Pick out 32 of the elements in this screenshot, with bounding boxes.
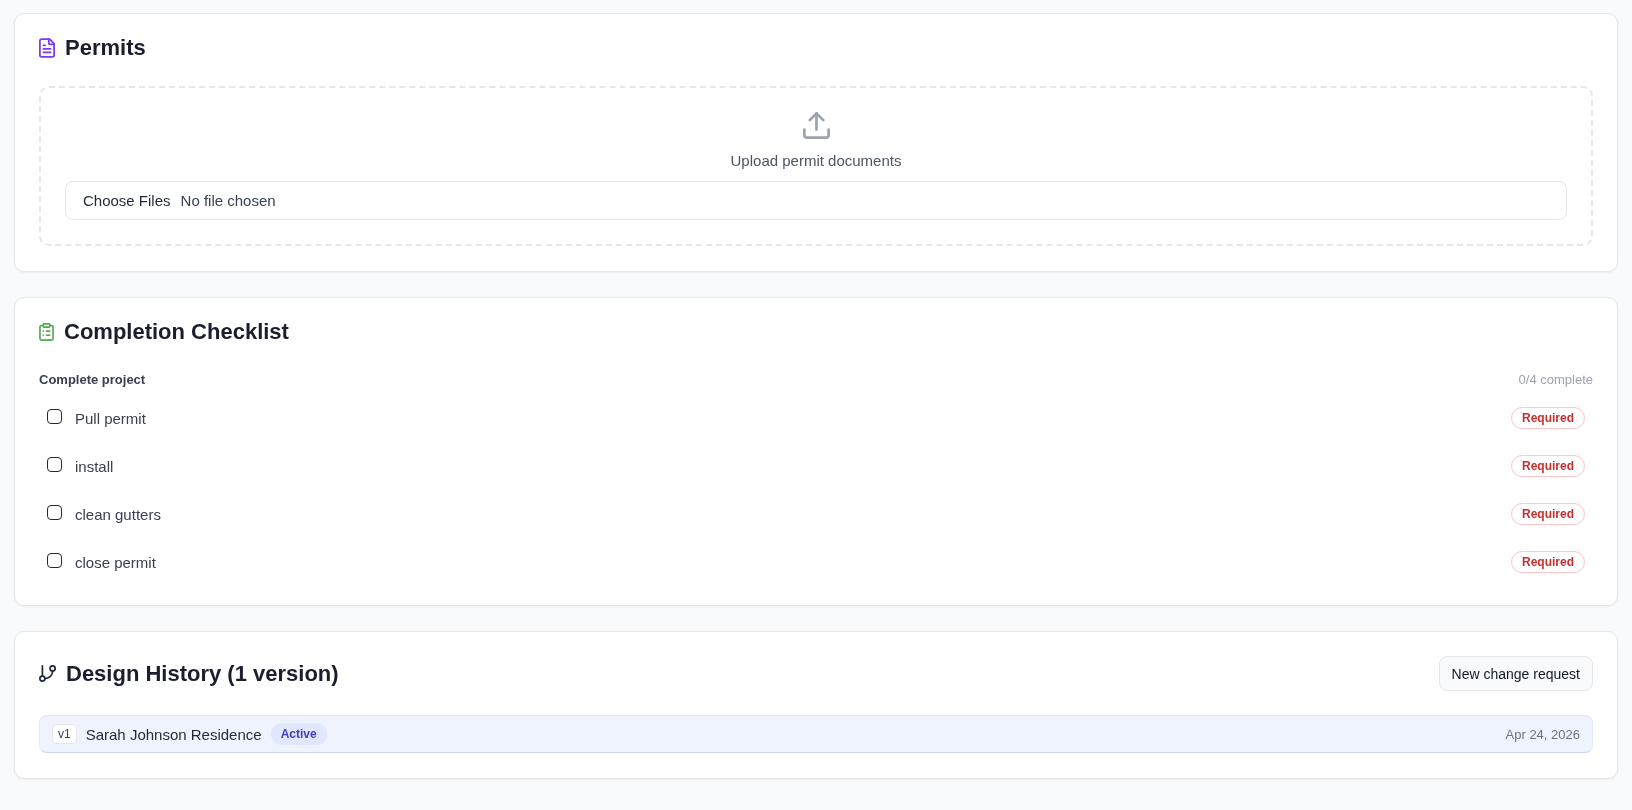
file-input[interactable]: Choose Files No file chosen	[65, 181, 1567, 220]
required-badge: Required	[1511, 407, 1585, 429]
document-icon	[39, 38, 55, 58]
section-title: Design History (1 version)	[66, 659, 339, 688]
upload-label: Upload permit documents	[730, 151, 902, 171]
choose-files-button[interactable]: Choose Files	[83, 192, 171, 209]
branch-icon	[39, 665, 56, 682]
version-tag: v1	[52, 724, 77, 744]
file-status-text: No file chosen	[180, 192, 276, 209]
item-label: close permit	[75, 553, 156, 571]
status-badge: Active	[270, 723, 327, 745]
progress-text: 0/4 complete	[1518, 371, 1593, 387]
section-title: Permits	[65, 34, 146, 62]
checkbox[interactable]	[47, 504, 62, 520]
item-label: install	[75, 457, 114, 475]
required-badge: Required	[1511, 503, 1585, 525]
checkbox[interactable]	[47, 552, 62, 568]
group-title: Complete project	[39, 371, 146, 387]
checkbox[interactable]	[47, 456, 62, 472]
section-title: Completion Checklist	[64, 318, 289, 346]
upload-icon	[802, 112, 830, 139]
required-badge: Required	[1511, 455, 1585, 477]
upload-dropzone[interactable]: Upload permit documents Choose Files No file chosen	[39, 86, 1593, 246]
version-row[interactable]: v1 Sarah Johnson Residence Active Apr 24, 2026	[39, 715, 1593, 753]
checkbox[interactable]	[47, 408, 62, 424]
version-name: Sarah Johnson Residence	[85, 725, 262, 743]
required-badge: Required	[1511, 551, 1585, 573]
new-change-request-button[interactable]: New change request	[1438, 656, 1593, 691]
item-label: Pull permit	[75, 409, 146, 427]
clipboard-list-icon	[39, 323, 54, 341]
item-label: clean gutters	[75, 505, 161, 523]
version-date: Apr 24, 2026	[1505, 726, 1580, 742]
